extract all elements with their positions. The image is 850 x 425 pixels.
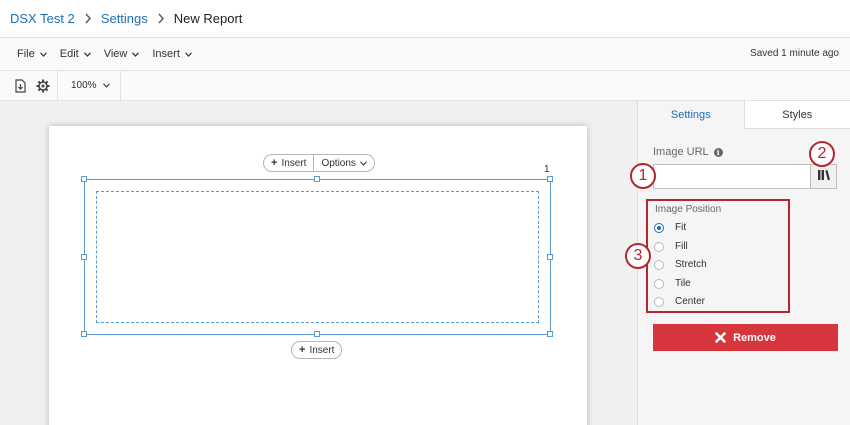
tab-styles[interactable]: Styles bbox=[743, 101, 850, 129]
radio-button bbox=[654, 241, 664, 252]
image-url-label: Image URL bbox=[653, 146, 709, 158]
chevron-down-icon bbox=[132, 51, 140, 57]
menu-view[interactable]: View bbox=[104, 48, 140, 60]
page-number: 1 bbox=[544, 164, 550, 175]
radio-button bbox=[654, 296, 664, 307]
radio-fill[interactable]: Fill bbox=[654, 241, 688, 252]
insert-above-label: Insert bbox=[281, 157, 307, 169]
report-page: + Insert Options 1 + Insert bbox=[49, 126, 587, 425]
image-position-group: Image Position Fit Fill Stretch Tile Cen… bbox=[646, 199, 790, 313]
breadcrumb: DSX Test 2 Settings New Report bbox=[0, 0, 850, 38]
breadcrumb-current: New Report bbox=[173, 11, 243, 26]
chevron-down-icon bbox=[83, 51, 91, 57]
image-url-label-row: Image URL i bbox=[653, 146, 723, 158]
chevron-right-icon bbox=[157, 13, 165, 24]
insert-below-button[interactable]: + Insert bbox=[292, 342, 341, 358]
callout-number-1: 1 bbox=[630, 163, 656, 189]
resize-handle-top-right[interactable] bbox=[547, 176, 553, 182]
radio-button bbox=[654, 259, 664, 270]
chevron-down-icon bbox=[39, 51, 47, 57]
radio-button bbox=[654, 278, 664, 289]
resize-handle-bottom-left[interactable] bbox=[81, 331, 87, 337]
zoom-select[interactable]: 100% bbox=[58, 71, 121, 100]
options-button[interactable]: Options bbox=[313, 155, 373, 171]
resize-handle-bottom[interactable] bbox=[314, 331, 320, 337]
gear-icon[interactable] bbox=[33, 76, 53, 96]
menu-edit[interactable]: Edit bbox=[60, 48, 91, 60]
tab-settings[interactable]: Settings bbox=[638, 101, 744, 129]
options-label: Options bbox=[321, 157, 356, 169]
image-url-input[interactable] bbox=[653, 164, 811, 189]
breadcrumb-settings[interactable]: Settings bbox=[101, 11, 148, 26]
radio-center[interactable]: Center bbox=[654, 296, 705, 307]
insert-below-pill: + Insert bbox=[291, 341, 343, 359]
resize-handle-right[interactable] bbox=[547, 254, 553, 260]
image-widget[interactable] bbox=[81, 176, 553, 337]
info-icon[interactable]: i bbox=[713, 147, 723, 157]
export-icon[interactable] bbox=[10, 76, 30, 96]
library-icon bbox=[817, 168, 831, 186]
library-button[interactable] bbox=[811, 164, 837, 189]
plus-icon: + bbox=[271, 157, 278, 169]
resize-handle-bottom-right[interactable] bbox=[547, 331, 553, 337]
toolbar: 100% bbox=[0, 71, 850, 101]
menu-view-label: View bbox=[103, 48, 128, 60]
image-position-title: Image Position bbox=[655, 204, 722, 215]
callout-number-3: 3 bbox=[625, 243, 651, 269]
toolbar-icon-group bbox=[0, 71, 58, 100]
insert-below-label: Insert bbox=[309, 344, 335, 356]
insert-options-pill: + Insert Options bbox=[263, 154, 375, 172]
saved-status: Saved 1 minute ago bbox=[750, 48, 839, 59]
callout-number-2: 2 bbox=[809, 141, 835, 167]
image-placeholder bbox=[96, 191, 539, 323]
menu-edit-label: Edit bbox=[59, 48, 79, 60]
remove-button[interactable]: Remove bbox=[653, 324, 838, 351]
menu-insert[interactable]: Insert bbox=[152, 48, 192, 60]
remove-label: Remove bbox=[733, 331, 776, 344]
radio-tile-label: Tile bbox=[675, 278, 691, 289]
radio-stretch-label: Stretch bbox=[675, 259, 707, 270]
report-canvas: + Insert Options 1 + Insert bbox=[0, 101, 637, 425]
resize-handle-top-left[interactable] bbox=[81, 176, 87, 182]
panel-tabs: Settings Styles bbox=[638, 101, 850, 129]
radio-stretch[interactable]: Stretch bbox=[654, 259, 707, 270]
radio-center-label: Center bbox=[675, 296, 706, 307]
chevron-down-icon bbox=[184, 51, 192, 57]
menu-insert-label: Insert bbox=[152, 48, 180, 60]
chevron-right-icon bbox=[84, 13, 92, 24]
zoom-value: 100% bbox=[71, 80, 97, 91]
radio-fit[interactable]: Fit bbox=[654, 222, 686, 233]
menu-bar: File Edit View Insert Saved 1 minute ago bbox=[0, 38, 850, 71]
close-icon bbox=[715, 332, 726, 343]
insert-above-button[interactable]: + Insert bbox=[264, 155, 313, 171]
radio-button-checked bbox=[654, 222, 664, 233]
chevron-down-icon bbox=[102, 83, 110, 88]
plus-icon: + bbox=[299, 344, 306, 356]
resize-handle-left[interactable] bbox=[81, 254, 87, 260]
chevron-down-icon bbox=[360, 160, 367, 166]
breadcrumb-project[interactable]: DSX Test 2 bbox=[10, 11, 75, 26]
radio-fill-label: Fill bbox=[675, 241, 688, 252]
resize-handle-top[interactable] bbox=[314, 176, 320, 182]
radio-fit-label: Fit bbox=[675, 222, 687, 233]
menu-file[interactable]: File bbox=[17, 48, 47, 60]
radio-tile[interactable]: Tile bbox=[654, 278, 691, 289]
menu-file-label: File bbox=[17, 48, 35, 60]
